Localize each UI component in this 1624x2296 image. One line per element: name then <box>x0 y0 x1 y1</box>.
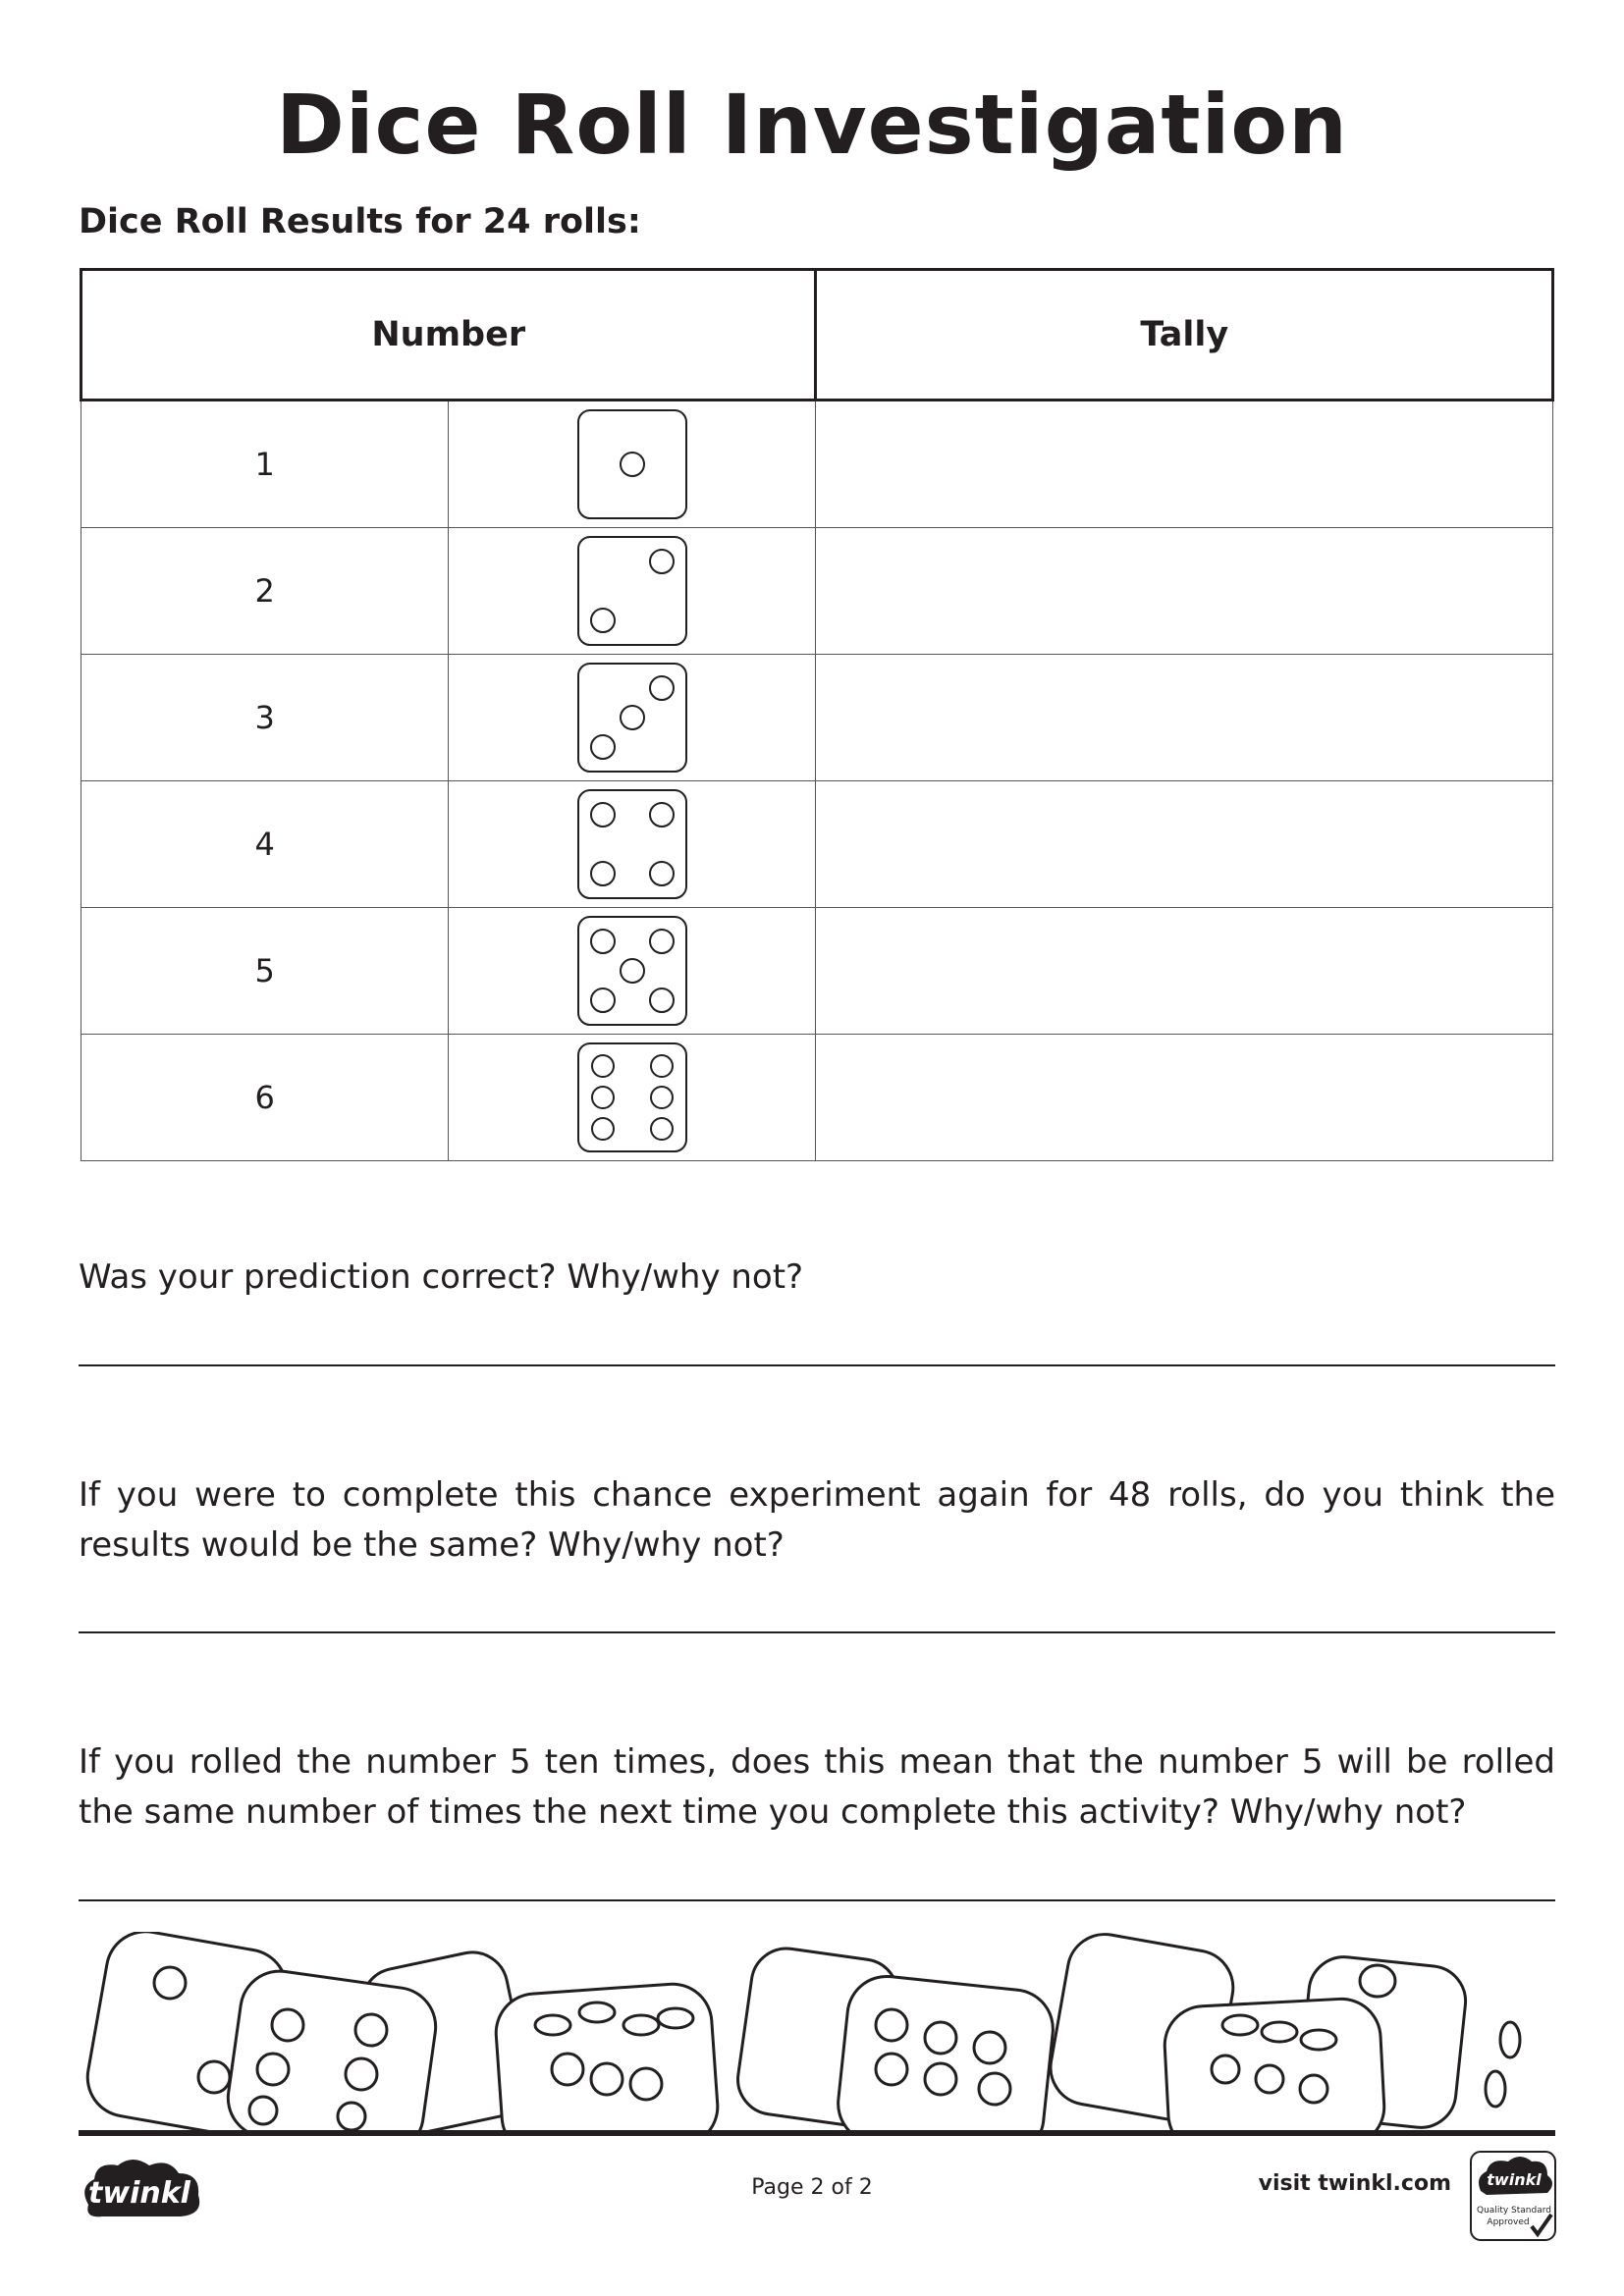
die-pip <box>619 705 645 730</box>
tally-cell[interactable] <box>815 907 1553 1035</box>
badge-line1: Quality Standard <box>1477 2206 1551 2216</box>
die-pip <box>589 734 616 760</box>
tally-cell[interactable] <box>815 654 1553 781</box>
table-row: 4 <box>80 780 1553 908</box>
die-pip <box>648 675 675 701</box>
row-number: 5 <box>80 907 450 1035</box>
die-face-1-icon <box>576 409 687 519</box>
die-face-3-icon <box>576 663 687 773</box>
quality-badge: twinkl Quality Standard Approved <box>1470 2151 1556 2241</box>
die-pip <box>648 929 675 954</box>
die-face-cell <box>448 907 817 1035</box>
dice-border-illustration <box>85 1932 1522 2133</box>
die-face-4-icon <box>576 789 687 899</box>
results-subtitle: Dice Roll Results for 24 rolls: <box>79 202 641 241</box>
die-face-6-icon <box>576 1042 687 1152</box>
die-face-cell <box>448 654 817 781</box>
tally-cell[interactable] <box>815 400 1553 528</box>
die-pip <box>589 608 616 633</box>
answer-line-2[interactable] <box>79 1631 1555 1633</box>
visit-link[interactable]: visit twinkl.com <box>1259 2171 1451 2196</box>
table-row: 1 <box>80 400 1553 528</box>
die-pip <box>589 861 616 886</box>
answer-line-1[interactable] <box>79 1364 1555 1366</box>
die-pip <box>649 1054 674 1078</box>
die-pip <box>648 861 675 886</box>
row-number: 6 <box>80 1034 450 1161</box>
table-row: 6 <box>80 1034 1553 1161</box>
footer-divider <box>79 2130 1555 2136</box>
die-pip <box>619 958 645 984</box>
die-face-cell <box>448 780 817 908</box>
die-face-cell <box>448 527 817 655</box>
table-row: 5 <box>80 907 1553 1035</box>
die-face-2-icon <box>576 536 687 646</box>
die-pip <box>590 1086 615 1109</box>
row-number: 4 <box>80 780 450 908</box>
die-pip <box>589 929 616 954</box>
tally-table: Number Tally 1 2 3 4 5 6 <box>79 268 1554 1161</box>
badge-brand: twinkl <box>1487 2170 1542 2189</box>
die-pip <box>648 988 675 1013</box>
tally-cell[interactable] <box>815 780 1553 908</box>
tally-header: Tally <box>814 268 1554 401</box>
row-number: 1 <box>80 400 450 528</box>
die-pip <box>589 802 616 828</box>
page-title: Dice Roll Investigation <box>276 77 1348 173</box>
die-pip <box>648 802 675 828</box>
tally-cell[interactable] <box>815 1034 1553 1161</box>
table-row: 2 <box>80 527 1553 655</box>
row-number: 3 <box>80 654 450 781</box>
question-3: If you rolled the number 5 ten times, do… <box>79 1742 1555 1832</box>
die-pip <box>649 1086 674 1109</box>
question-2: If you were to complete this chance expe… <box>79 1475 1555 1565</box>
die-pip <box>649 1117 674 1141</box>
badge-line2: Approved <box>1487 2217 1529 2227</box>
die-pip <box>590 1117 615 1141</box>
answer-line-3[interactable] <box>79 1899 1555 1901</box>
table-header-row: Number Tally <box>79 268 1554 401</box>
die-pip <box>590 1054 615 1078</box>
number-header: Number <box>79 268 818 401</box>
die-face-cell <box>448 400 817 528</box>
die-pip <box>648 549 675 574</box>
die-face-5-icon <box>576 916 687 1026</box>
table-row: 3 <box>80 654 1553 781</box>
row-number: 2 <box>80 527 450 655</box>
die-pip <box>589 988 616 1013</box>
question-1: Was your prediction correct? Why/why not… <box>79 1257 804 1297</box>
tally-cell[interactable] <box>815 527 1553 655</box>
die-pip <box>619 452 645 477</box>
die-face-cell <box>448 1034 817 1161</box>
